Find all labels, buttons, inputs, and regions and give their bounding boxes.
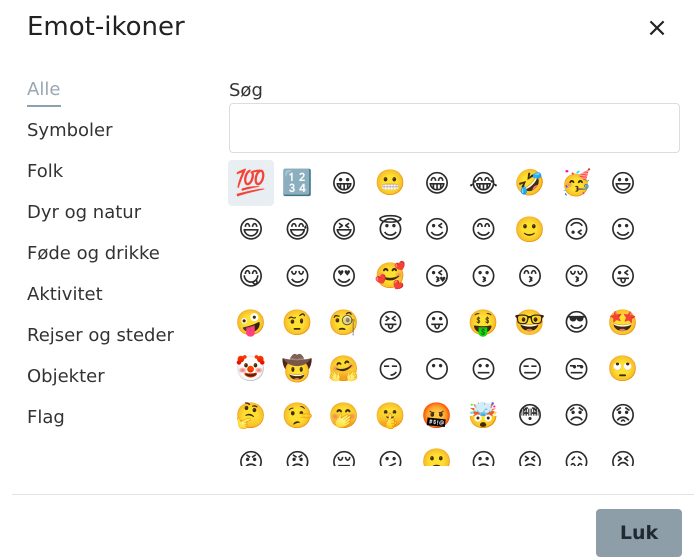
category-people[interactable]: Folk xyxy=(27,160,217,201)
monocle-face-emoji[interactable]: 🧐 xyxy=(321,300,367,346)
hand-over-mouth-emoji[interactable]: 🤭 xyxy=(321,393,367,439)
halo-face-emoji[interactable]: 😇 xyxy=(368,207,414,253)
smirking-face-emoji[interactable]: 😏 xyxy=(368,346,414,392)
pensive-face-emoji[interactable]: 😔 xyxy=(321,439,367,467)
category-label: Føde og drikke xyxy=(27,243,160,264)
frowning-face-emoji[interactable]: 🙁 xyxy=(414,439,460,466)
no-mouth-emoji[interactable]: 😶 xyxy=(414,346,460,392)
active-category-underline xyxy=(27,105,61,107)
input-numbers-emoji[interactable]: 🔢 xyxy=(275,160,321,206)
slightly-smiling-emoji[interactable]: 🙂 xyxy=(507,207,553,253)
category-label: Symboler xyxy=(27,120,113,141)
shushing-face-emoji[interactable]: 🤫 xyxy=(368,393,414,439)
search-input[interactable] xyxy=(229,103,680,153)
exploding-head-emoji[interactable]: 🤯 xyxy=(461,393,507,439)
unamused-face-emoji[interactable]: 😒 xyxy=(554,346,600,392)
disappointed-face-emoji[interactable]: 😞 xyxy=(554,393,600,439)
smiling-hearts-emoji[interactable]: 🥰 xyxy=(368,253,414,299)
rolling-laughing-emoji[interactable]: 🤣 xyxy=(507,160,553,206)
category-animals-nature[interactable]: Dyr og natur xyxy=(27,201,217,242)
smiling-face-emoji[interactable]: ☺ xyxy=(600,207,646,253)
tears-of-joy-emoji[interactable]: 😂 xyxy=(461,160,507,206)
category-travel-places[interactable]: Rejser og steder xyxy=(27,324,217,365)
sunglasses-face-emoji[interactable]: 😎 xyxy=(554,300,600,346)
kissing-smiling-eyes-emoji[interactable]: 😙 xyxy=(507,253,553,299)
flushed-face-emoji[interactable]: 😳 xyxy=(507,393,553,439)
emoji-grid: 💯 🔢 😀 😬 😁 😂 🤣 🥳 😃 😄 😅 😆 😇 😉 😊 🙂 🙃 ☺ 😋 😌 😍 🥰 😘 😗 😙 😚 😜 🤪 🤨 🧐 😝 😛 🤑 🤓 😎 🤩 🤡 🤠 🤗 😏… xyxy=(228,160,668,466)
confused-face-emoji[interactable]: 😕 xyxy=(368,439,414,467)
savoring-food-emoji[interactable]: 😋 xyxy=(228,253,274,299)
rolling-eyes-emoji[interactable]: 🙄 xyxy=(600,346,646,392)
zany-face-emoji[interactable]: 🤪 xyxy=(228,300,274,346)
category-label: Objekter xyxy=(27,366,105,387)
category-food-drink[interactable]: Føde og drikke xyxy=(27,242,217,283)
lying-face-emoji[interactable]: 🤥 xyxy=(275,393,321,439)
confounded-face-emoji[interactable]: 😖 xyxy=(554,439,600,467)
tired-face-emoji[interactable]: 😫 xyxy=(600,439,646,467)
category-symbols[interactable]: Symboler xyxy=(27,119,217,160)
heart-eyes-emoji[interactable]: 😍 xyxy=(321,253,367,299)
clown-face-emoji[interactable]: 🤡 xyxy=(228,346,274,392)
tongue-face-emoji[interactable]: 😛 xyxy=(414,300,460,346)
close-icon[interactable]: × xyxy=(643,14,671,42)
category-flags[interactable]: Flag xyxy=(27,406,217,447)
pouting-face-emoji[interactable]: 😡 xyxy=(275,439,321,467)
thinking-face-emoji[interactable]: 🤔 xyxy=(228,393,274,439)
partying-face-emoji[interactable]: 🥳 xyxy=(554,160,600,206)
category-activity[interactable]: Aktivitet xyxy=(27,283,217,324)
upside-down-emoji[interactable]: 🙃 xyxy=(554,207,600,253)
search-label: Søg xyxy=(229,80,263,101)
worried-face-emoji[interactable]: 😟 xyxy=(600,393,646,439)
category-label: Dyr og natur xyxy=(27,202,142,223)
money-mouth-emoji[interactable]: 🤑 xyxy=(461,300,507,346)
kissing-closed-eyes-emoji[interactable]: 😚 xyxy=(554,253,600,299)
star-struck-emoji[interactable]: 🤩 xyxy=(600,300,646,346)
dialog-title: Emot-ikoner xyxy=(27,12,185,42)
winking-face-emoji[interactable]: 😉 xyxy=(414,207,460,253)
cowboy-face-emoji[interactable]: 🤠 xyxy=(275,346,321,392)
grinning-face-emoji[interactable]: 😀 xyxy=(321,160,367,206)
category-objects[interactable]: Objekter xyxy=(27,365,217,406)
relieved-face-emoji[interactable]: 😌 xyxy=(275,253,321,299)
expressionless-face-emoji[interactable]: 😑 xyxy=(507,346,553,392)
smiling-eyes-emoji[interactable]: 😊 xyxy=(461,207,507,253)
category-all[interactable]: Alle xyxy=(27,78,217,119)
hundred-points-emoji[interactable]: 💯 xyxy=(228,160,274,206)
squinting-tongue-emoji[interactable]: 😝 xyxy=(368,300,414,346)
neutral-face-emoji[interactable]: 😐 xyxy=(461,346,507,392)
squinting-laughing-emoji[interactable]: 😆 xyxy=(321,207,367,253)
winking-tongue-emoji[interactable]: 😜 xyxy=(600,253,646,299)
raised-eyebrow-emoji[interactable]: 🤨 xyxy=(275,300,321,346)
grinning-smiling-eyes-emoji[interactable]: 😄 xyxy=(228,207,274,253)
category-label: Aktivitet xyxy=(27,284,103,305)
hugging-face-emoji[interactable]: 🤗 xyxy=(321,346,367,392)
nerd-face-emoji[interactable]: 🤓 xyxy=(507,300,553,346)
blowing-kiss-emoji[interactable]: 😘 xyxy=(414,253,460,299)
category-label: Alle xyxy=(27,79,61,100)
cursing-face-emoji[interactable]: 🤬 xyxy=(414,393,460,439)
category-label: Rejser og steder xyxy=(27,325,174,346)
beaming-face-emoji[interactable]: 😁 xyxy=(414,160,460,206)
kissing-face-emoji[interactable]: 😗 xyxy=(461,253,507,299)
grimacing-face-emoji[interactable]: 😬 xyxy=(368,160,414,206)
frowning-outline-emoji[interactable]: ☹ xyxy=(461,439,507,467)
angry-face-emoji[interactable]: 😠 xyxy=(228,439,274,467)
grinning-big-eyes-emoji[interactable]: 😃 xyxy=(600,160,646,206)
category-label: Folk xyxy=(27,161,64,182)
category-list: Alle Symboler Folk Dyr og natur Føde og … xyxy=(27,78,217,447)
category-label: Flag xyxy=(27,407,65,428)
footer-divider xyxy=(12,494,694,495)
grinning-sweat-emoji[interactable]: 😅 xyxy=(275,207,321,253)
persevering-face-emoji[interactable]: 😣 xyxy=(507,439,553,467)
